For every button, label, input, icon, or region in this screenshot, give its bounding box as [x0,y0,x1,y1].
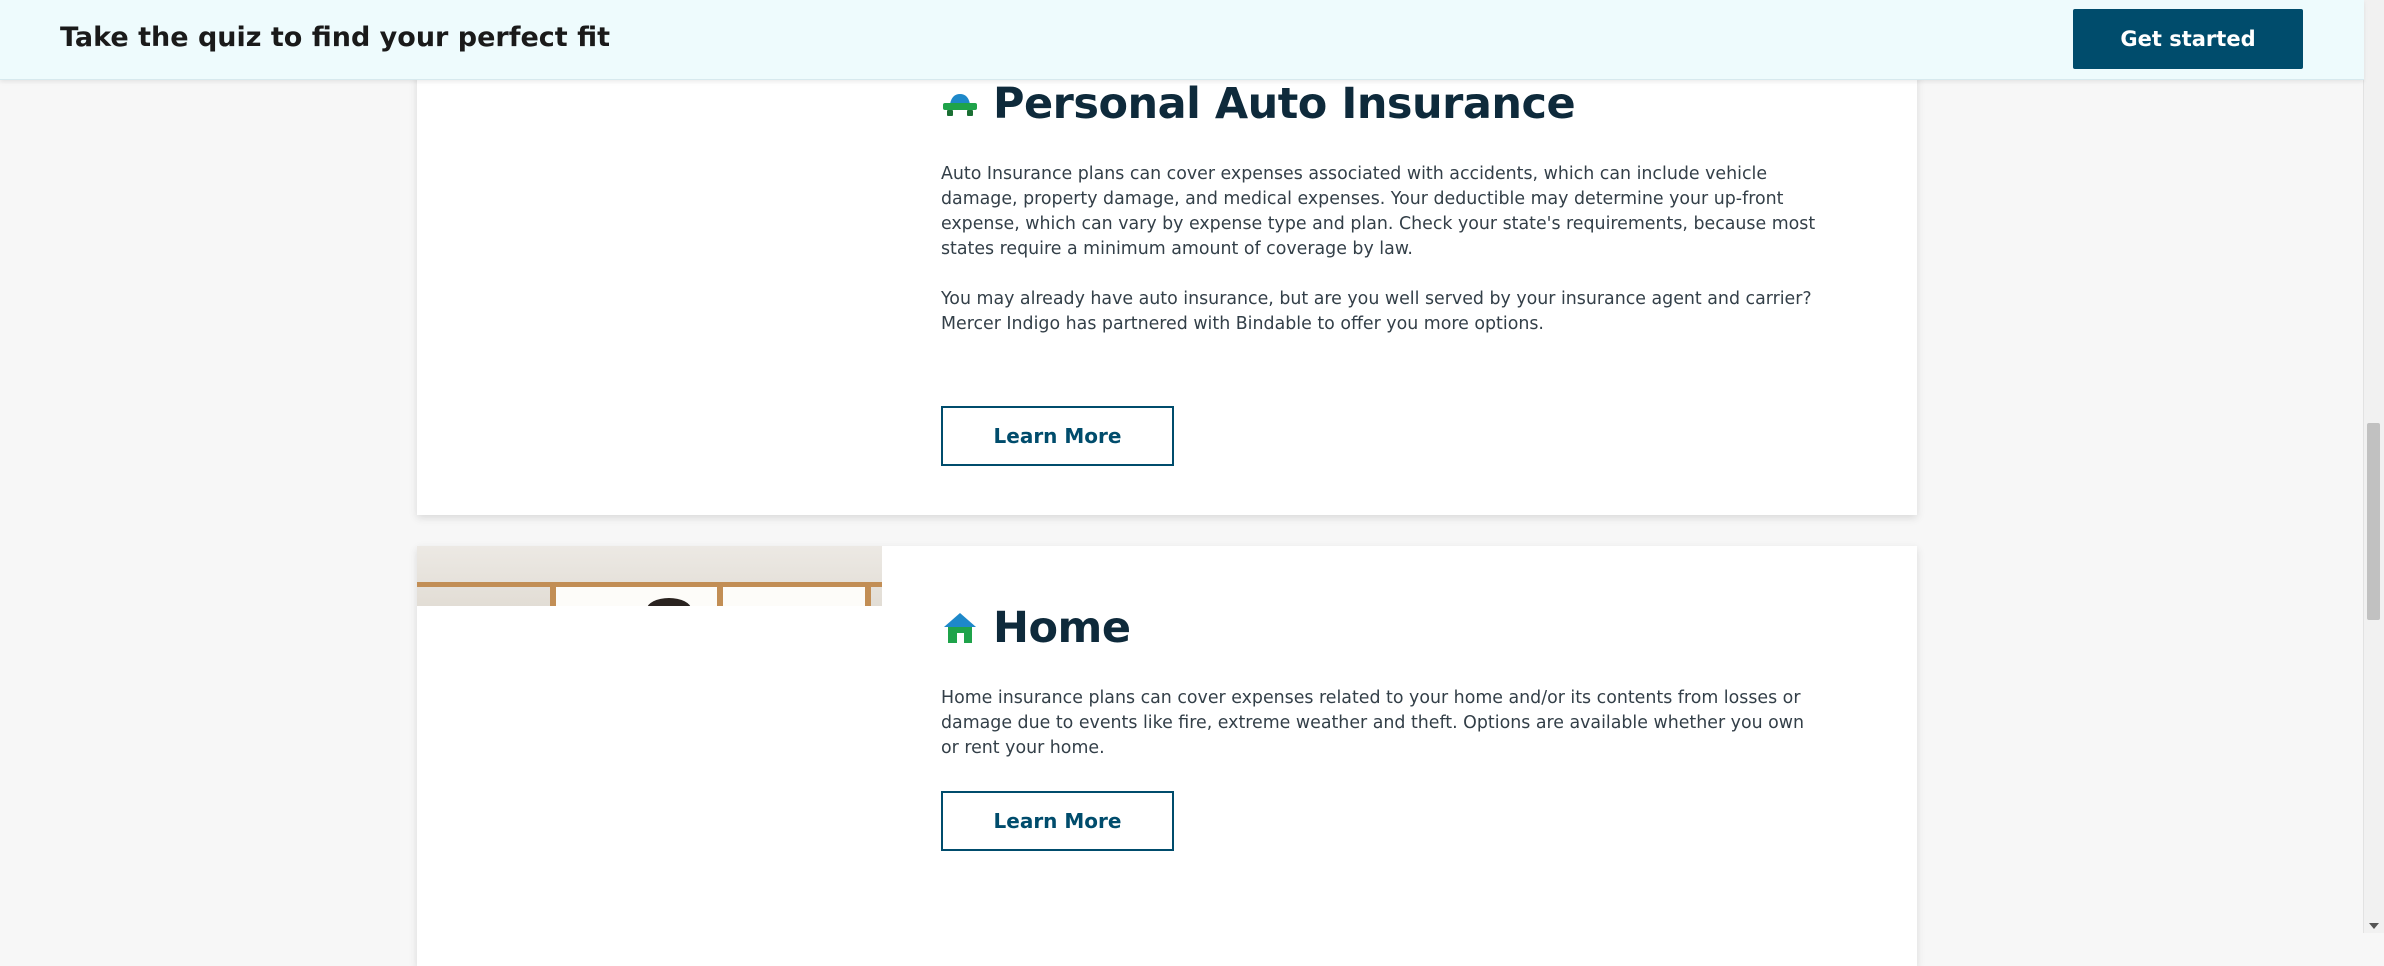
page-scrollbar[interactable] [2363,0,2384,933]
auto-learn-more-button[interactable]: Learn More [941,406,1174,466]
house-icon [941,609,979,647]
home-insurance-title: Home [993,603,1131,653]
scroll-down-arrow-icon[interactable] [2369,923,2379,929]
auto-insurance-bindable-note: You may already have auto insurance, but… [941,289,1812,334]
home-insurance-description: Home insurance plans can cover expenses … [941,688,1805,758]
scrollbar-thumb[interactable] [2367,423,2380,620]
car-icon [941,85,979,123]
quiz-banner: Take the quiz to find your perfect fit G… [0,0,2364,80]
get-started-button[interactable]: Get started [2073,9,2303,69]
auto-insurance-heading: Personal Auto Insurance [941,79,1821,129]
home-insurance-card: Home Home insurance plans can cover expe… [417,546,1917,966]
auto-insurance-title: Personal Auto Insurance [993,79,1576,129]
home-insurance-heading: Home [941,603,1821,653]
family-photo [417,546,882,606]
auto-insurance-description: Auto Insurance plans can cover expenses … [941,164,1816,259]
home-learn-more-button[interactable]: Learn More [941,791,1174,851]
quiz-banner-text: Take the quiz to find your perfect fit [60,22,611,53]
